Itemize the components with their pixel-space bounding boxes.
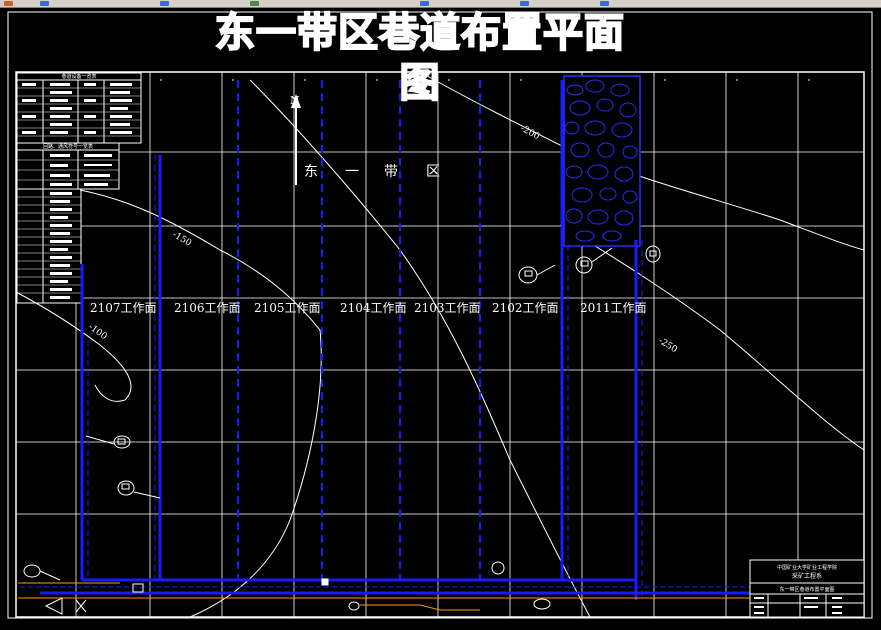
face-label-2104: 2104工作面 [340,301,407,315]
toolbar-icon-5[interactable] [420,1,429,6]
contour-neg250 [559,224,865,451]
face-label-2102: 2102工作面 [492,301,559,315]
symbol-icon-1 [518,264,556,284]
contour-lines [15,71,865,618]
face-label-2103: 2103工作面 [414,301,481,315]
drawing-svg[interactable]: 巷道设备一览表 回路、通风符号一览表 -100 -150 -200 -250 2… [0,8,881,626]
symbol-icon-8 [533,598,551,610]
contour-neg100-upper [419,71,865,251]
toolbar-icon-3[interactable] [160,1,169,6]
face-label-2011: 2011工作面 [580,301,647,315]
legend-top-title: 巷道设备一览表 [61,73,96,80]
area-char-2: 一 [345,164,359,180]
contour-neg200 [249,79,591,618]
contour-label-neg250: -250 [656,336,679,355]
symbol-icon-7 [491,561,505,575]
area-char-1: 东 [304,164,318,180]
area-char-4: 区 [426,164,440,180]
title-block-org-2: 采矿工程系 [792,572,822,580]
legend-list-table [16,188,82,304]
face-label-2107: 2107工作面 [90,301,157,315]
area-label: 东 一 带 区 [304,164,440,180]
toolbar-icon-7[interactable] [600,1,609,6]
coal-pillar-hatch [563,75,641,247]
contour-neg150 [79,189,322,618]
face-label-2105: 2105工作面 [254,301,321,315]
north-arrow-icon: N [290,94,301,185]
title-block-drawing-name: 东一带区巷道布置平面图 [779,586,834,593]
legend-equipment-table: 巷道设备一览表 [16,72,142,144]
toolbar-icon-1[interactable] [4,1,13,6]
title-block: 中国矿业大学矿业工程学院 采矿工程系 东一带区巷道布置平面图 [749,559,865,618]
cad-toolbar[interactable] [0,0,881,8]
legend-symbol-table: 回路、通风符号一览表 [16,142,120,190]
symbol-icon-6 [23,564,61,581]
contour-label-neg100: -100 [86,322,109,342]
toolbar-icon-2[interactable] [40,1,49,6]
toolbar-icon-6[interactable] [520,1,529,6]
drawing-canvas[interactable]: 巷道设备一览表 回路、通风符号一览表 -100 -150 -200 -250 2… [0,8,881,626]
symbol-icon-9 [348,601,360,611]
symbol-icon-3 [645,245,661,263]
symbol-icon-5 [117,480,161,499]
contour-label-neg200: -200 [519,124,542,142]
north-label: N [290,94,300,107]
drawing-title: 东一带区巷道布置平面图 [214,9,625,107]
toolbar-icon-4[interactable] [250,1,259,6]
title-block-org-1: 中国矿业大学矿业工程学院 [777,564,837,571]
arrow-marks [44,578,329,615]
symbol-icon-2 [575,247,613,274]
area-char-3: 带 [384,164,398,180]
face-label-2106: 2106工作面 [174,301,241,315]
legend-mid-title: 回路、通风符号一览表 [43,143,93,150]
